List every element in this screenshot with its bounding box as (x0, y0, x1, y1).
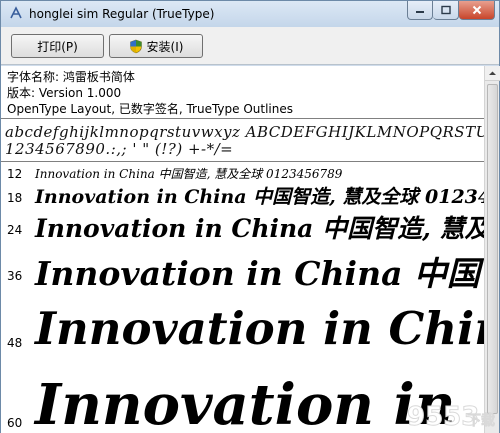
shield-icon (129, 39, 142, 53)
print-button-label: 打印(P) (37, 39, 78, 54)
sample-text-60: Innovation in (35, 372, 456, 433)
size-label: 12 (7, 167, 23, 181)
size-label: 36 (7, 269, 23, 283)
window-title: honglei sim Regular (TrueType) (29, 7, 215, 21)
size-label: 48 (7, 336, 23, 350)
vertical-scrollbar[interactable] (484, 66, 500, 433)
font-name-info: 字体名称: 鸿雷板书简体 (7, 70, 135, 84)
print-button[interactable]: 打印(P) (11, 34, 104, 58)
version-info: 版本: Version 1.000 (7, 86, 122, 100)
install-button[interactable]: 安装(I) (109, 34, 203, 58)
sample-text-12: Innovation in China 中国智造, 慧及全球 012345678… (35, 167, 343, 181)
features-info: OpenType Layout, 已数字签名, TrueType Outline… (7, 102, 294, 116)
maximize-button[interactable] (433, 1, 459, 20)
minimize-button[interactable] (407, 1, 433, 20)
size-label: 60 (7, 416, 23, 430)
watermark-logo: 9553 下载 (407, 402, 496, 433)
divider (1, 118, 484, 119)
close-button[interactable] (459, 1, 495, 20)
size-label: 18 (7, 191, 23, 205)
size-label: 24 (7, 223, 23, 237)
svg-text:下载: 下载 (467, 412, 495, 429)
font-app-icon (10, 6, 22, 19)
sample-text-24: Innovation in China 中国智造, 慧及全球 (35, 214, 484, 243)
font-preview-area: 字体名称: 鸿雷板书简体 版本: Version 1.000 OpenType … (1, 66, 484, 433)
font-viewer-window: honglei sim Regular (TrueType) 打印(P) 安装(… (0, 0, 500, 433)
sample-text-18: Innovation in China 中国智造, 慧及全球 012345678… (35, 186, 484, 208)
sample-text-48: Innovation in China (35, 302, 484, 355)
title-bar[interactable]: honglei sim Regular (TrueType) (1, 1, 499, 27)
scrollbar-thumb[interactable] (487, 84, 498, 414)
divider (1, 161, 484, 162)
sample-text-36: Innovation in China 中国 (35, 254, 480, 293)
toolbar: 打印(P) 安装(I) (1, 27, 499, 65)
close-icon (472, 5, 481, 15)
minimize-icon (416, 11, 424, 13)
maximize-icon (440, 5, 451, 15)
charset-letters: abcdefghijklmnopqrstuvwxyz ABCDEFGHIJKLM… (5, 123, 484, 141)
charset-symbols: 1234567890.:,; ' " (!?) +-*/= (5, 140, 234, 158)
chevron-up-icon (489, 71, 496, 75)
install-button-label: 安装(I) (146, 39, 184, 54)
scroll-up-button[interactable] (485, 66, 500, 81)
